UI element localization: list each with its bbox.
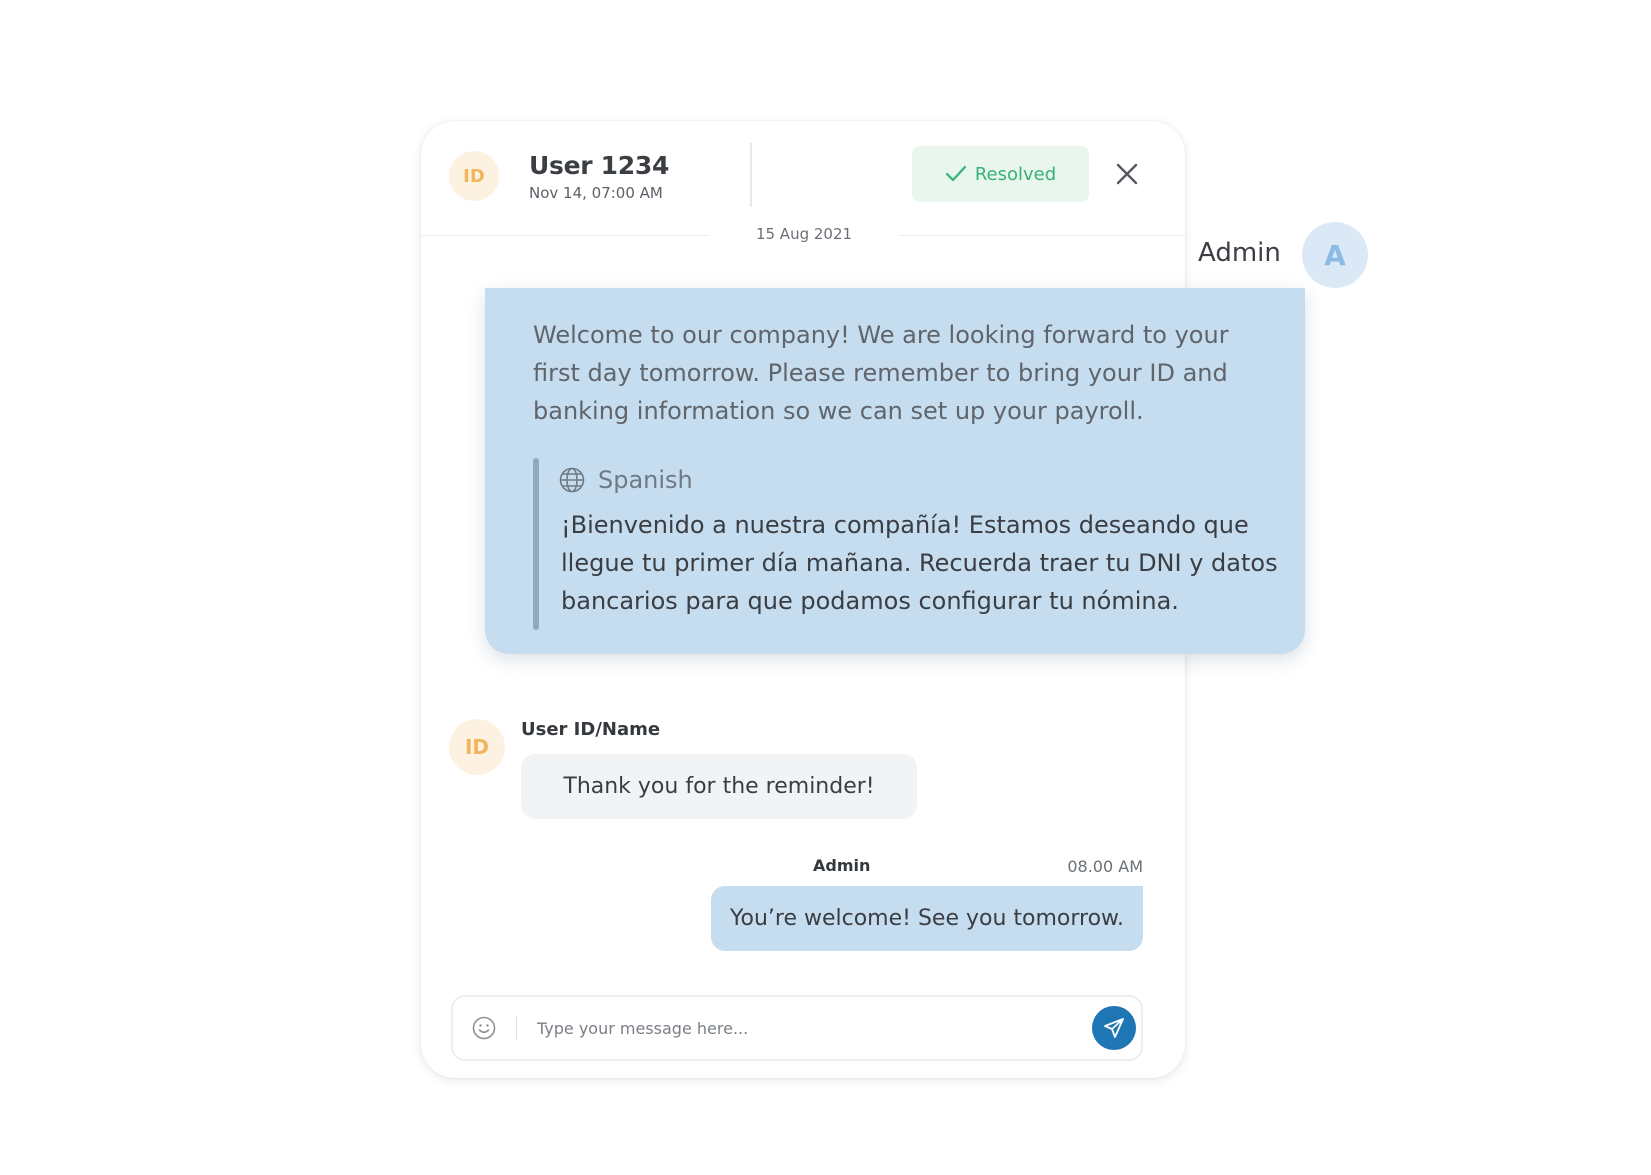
header-divider	[750, 143, 752, 207]
user-message-bubble: Thank you for the reminder!	[521, 754, 917, 819]
message-composer	[451, 995, 1143, 1061]
message-input[interactable]	[537, 1011, 1057, 1045]
admin-message-bubble: You’re welcome! See you tomorrow.	[711, 886, 1143, 951]
translation-language: Spanish	[558, 466, 693, 494]
emoji-button[interactable]	[471, 1015, 497, 1041]
user-avatar: ID	[449, 719, 505, 775]
smiley-icon	[472, 1016, 496, 1040]
date-separator: 15 Aug 2021	[755, 225, 853, 243]
message-sender-name: Admin	[813, 856, 871, 875]
close-button[interactable]	[1112, 159, 1142, 189]
resolved-button[interactable]: Resolved	[912, 146, 1089, 202]
check-icon	[945, 165, 966, 182]
close-icon	[1116, 163, 1138, 185]
globe-icon	[559, 467, 585, 493]
chat-timestamp: Nov 14, 07:00 AM	[529, 184, 663, 202]
original-message-text: Welcome to our company! We are looking f…	[533, 321, 1229, 425]
message-sender-name: User ID/Name	[521, 719, 661, 740]
composer-divider	[516, 1016, 517, 1040]
language-label: Spanish	[598, 466, 693, 494]
paper-plane-icon	[1104, 1018, 1124, 1038]
send-button[interactable]	[1092, 1006, 1136, 1050]
translation-card: Welcome to our company! We are looking f…	[485, 288, 1305, 654]
divider	[899, 235, 1185, 236]
avatar: ID	[449, 151, 499, 201]
status-label: Resolved	[974, 163, 1057, 185]
chat-user-name: User 1234	[529, 151, 670, 180]
translated-message-text: ¡Bienvenido a nuestra compañía! Estamos …	[561, 511, 1278, 615]
divider	[421, 235, 709, 236]
message-time: 08.00 AM	[1067, 857, 1143, 876]
admin-avatar: A	[1302, 222, 1368, 288]
floating-sender-name: Admin	[1198, 238, 1281, 268]
quote-bar	[533, 458, 539, 630]
